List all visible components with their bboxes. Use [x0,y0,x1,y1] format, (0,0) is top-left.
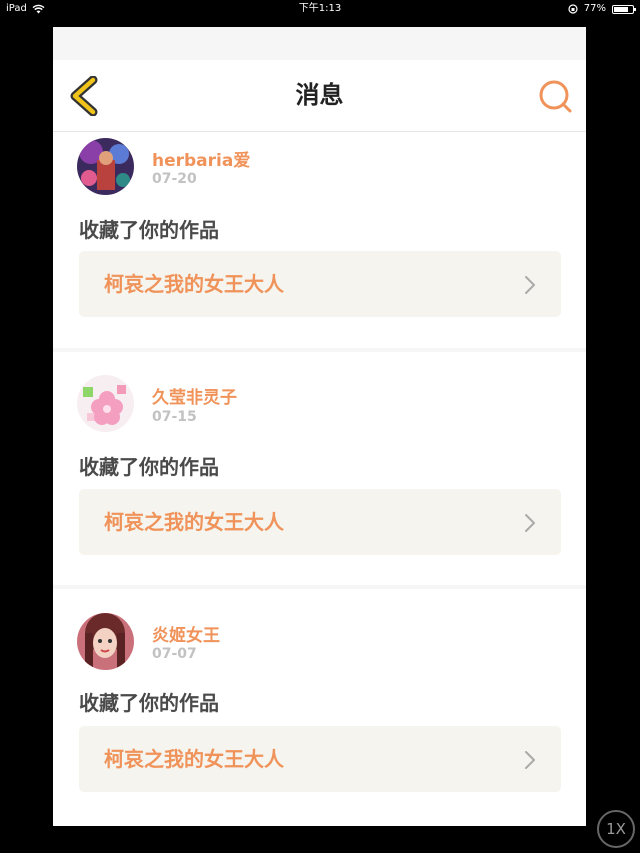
username[interactable]: 久莹非灵子 [152,383,237,408]
work-link[interactable]: 柯哀之我的女王大人 [79,489,561,555]
avatar[interactable] [77,375,134,432]
notification-card: herbaria爱 07-20 收藏了你的作品 柯哀之我的女王大人 [53,132,586,348]
avatar[interactable] [77,613,134,670]
notification-date: 07-15 [152,409,197,425]
avatar[interactable] [77,138,134,195]
chevron-left-icon [70,75,98,117]
status-bar-right: 77% [568,0,636,18]
work-link[interactable]: 柯哀之我的女王大人 [79,726,561,792]
notification-card: 炎姬女王 07-07 收藏了你的作品 柯哀之我的女王大人 [53,589,586,826]
search-icon [539,80,572,113]
username[interactable]: herbaria爱 [152,146,250,171]
status-time: 下午1:13 [298,3,342,14]
chevron-right-icon [525,751,535,769]
back-button[interactable] [67,75,105,117]
battery-icon [612,4,636,14]
work-title: 柯哀之我的女王大人 [104,747,284,771]
action-text: 收藏了你的作品 [79,691,219,715]
nav-bar: 消息 [53,60,586,132]
status-bar: iPad 下午1:13 77% [0,0,640,18]
battery-level [614,6,628,12]
action-text: 收藏了你的作品 [79,218,219,242]
username[interactable]: 炎姬女王 [152,621,220,646]
battery-percent: 77% [583,3,606,14]
zoom-button[interactable]: 1X [597,810,635,848]
orientation-lock-icon [568,4,578,14]
work-title: 柯哀之我的女王大人 [104,272,284,296]
chevron-right-icon [525,276,535,294]
action-text: 收藏了你的作品 [79,455,219,479]
page-title: 消息 [295,81,344,109]
notification-date: 07-20 [152,171,197,187]
work-title: 柯哀之我的女王大人 [104,510,284,534]
work-link[interactable]: 柯哀之我的女王大人 [79,251,561,317]
notification-card: 久莹非灵子 07-15 收藏了你的作品 柯哀之我的女王大人 [53,352,586,585]
notification-date: 07-07 [152,646,197,662]
app-screen: 消息 herbaria爱 07-20 收藏了你的作品 柯哀之我的女王大人 久莹非… [53,27,586,826]
search-button[interactable] [538,78,574,114]
chevron-right-icon [525,514,535,532]
